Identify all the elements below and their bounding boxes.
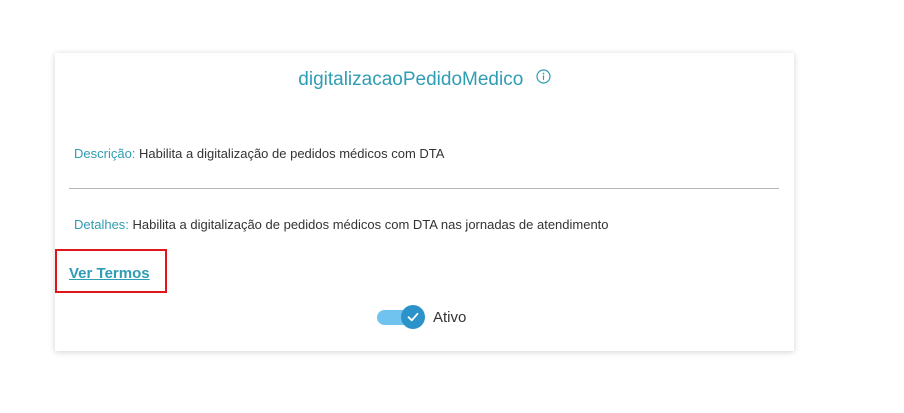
toggle-label: Ativo: [433, 308, 467, 326]
title-row: digitalizacaoPedidoMedico: [55, 69, 794, 93]
check-icon: [407, 312, 419, 322]
description-value: Habilita a digitalização de pedidos médi…: [139, 146, 445, 161]
details-value: Habilita a digitalização de pedidos médi…: [132, 217, 609, 232]
description-row: Descrição: Habilita a digitalização de p…: [74, 146, 444, 161]
divider: [69, 188, 779, 189]
description-label: Descrição:: [74, 146, 136, 161]
status-toggle-row: Ativo: [376, 304, 466, 330]
toggle-thumb: [401, 305, 425, 329]
details-label: Detalhes:: [74, 217, 129, 232]
feature-card: digitalizacaoPedidoMedico Descrição: Hab…: [55, 53, 794, 351]
info-icon[interactable]: [536, 69, 551, 84]
feature-title: digitalizacaoPedidoMedico: [298, 69, 524, 90]
active-toggle[interactable]: [376, 304, 426, 330]
details-row: Detalhes: Habilita a digitalização de pe…: [74, 217, 609, 232]
view-terms-link[interactable]: Ver Termos: [69, 265, 150, 282]
